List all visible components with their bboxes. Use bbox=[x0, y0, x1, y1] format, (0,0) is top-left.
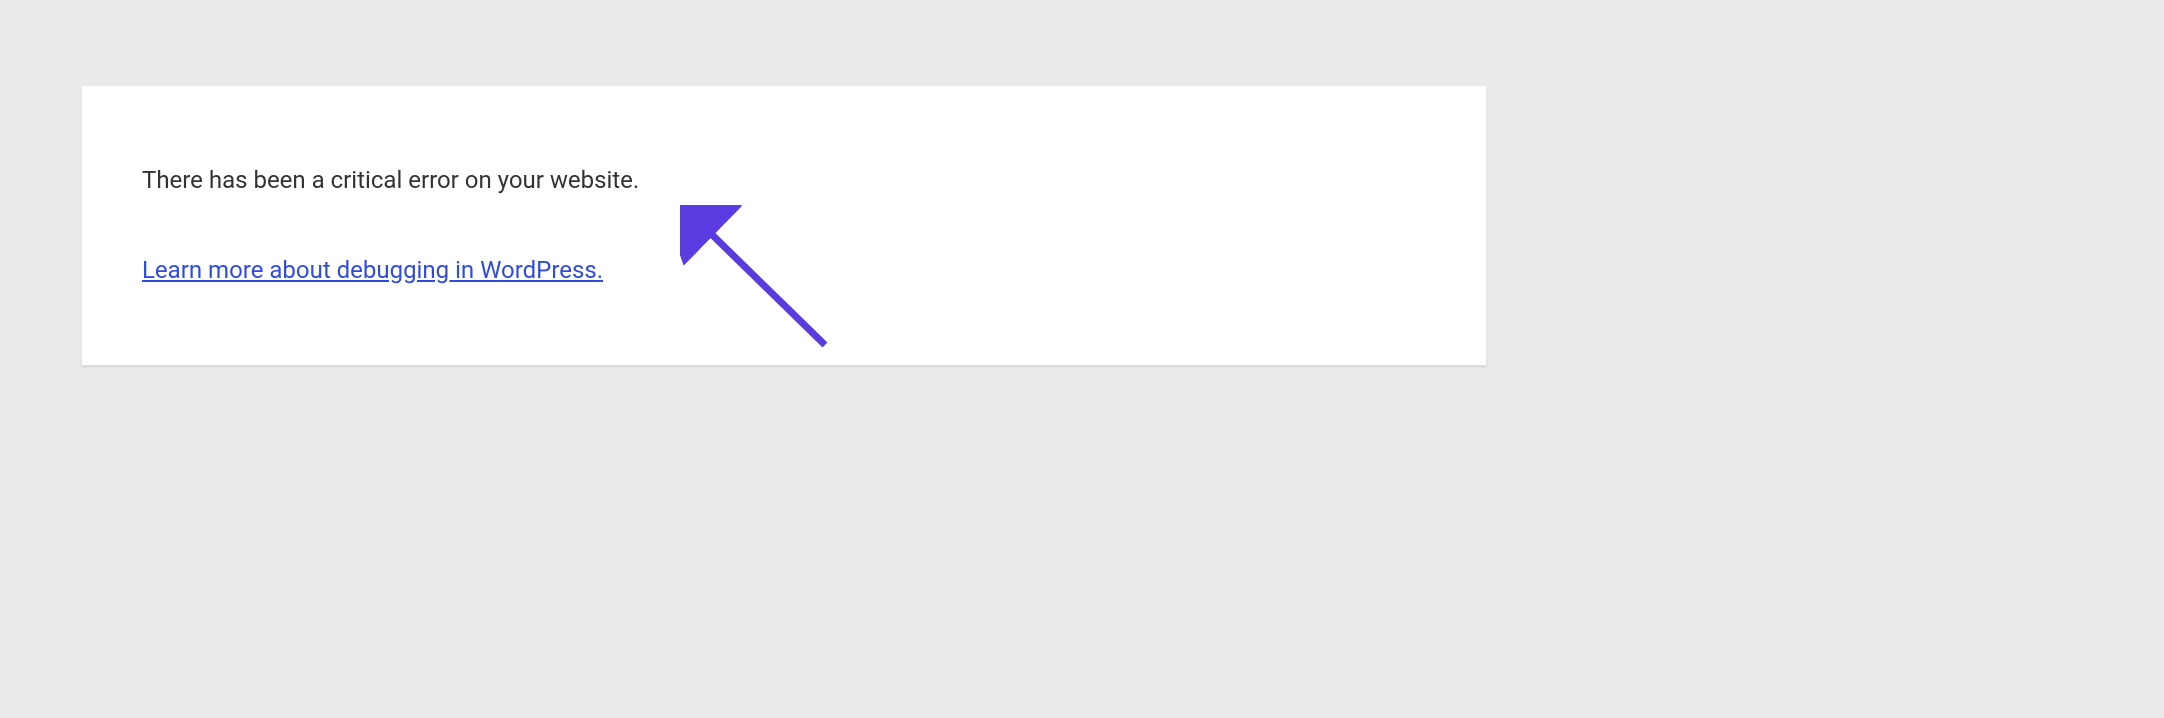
error-message-text: There has been a critical error on your … bbox=[142, 164, 1426, 198]
error-notice-box: There has been a critical error on your … bbox=[82, 86, 1486, 365]
debug-link[interactable]: Learn more about debugging in WordPress. bbox=[142, 254, 603, 288]
